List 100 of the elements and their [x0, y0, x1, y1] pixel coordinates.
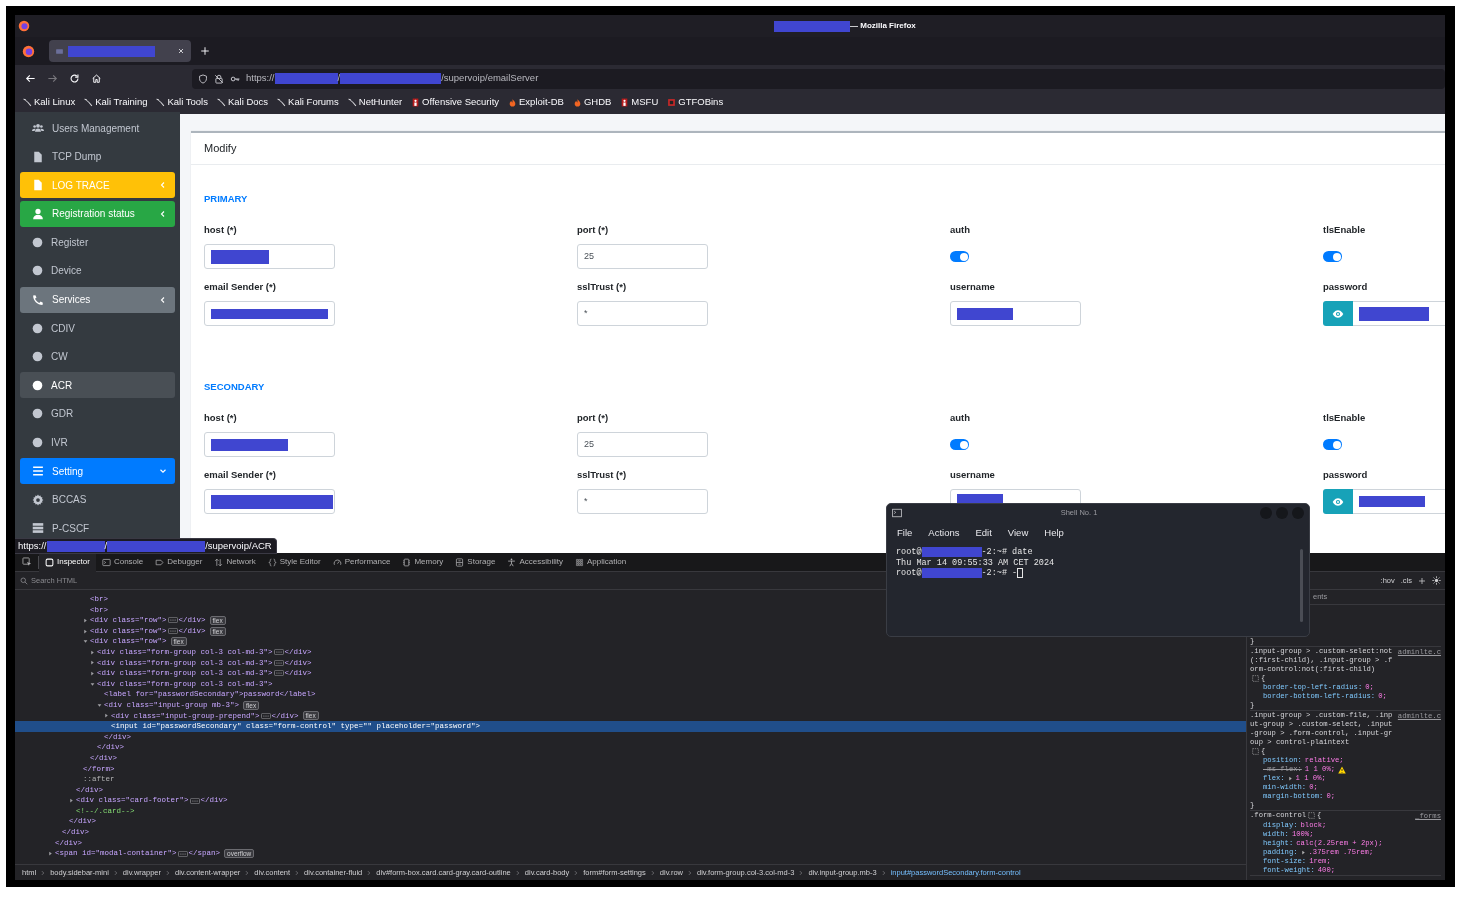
sidebar-item[interactable]: Setting [20, 458, 175, 485]
input-field[interactable]: 25 [577, 244, 708, 269]
ellipsis-icon[interactable] [273, 670, 284, 677]
bookmark-link[interactable]: Exploit-DB [519, 94, 564, 110]
bookmark-link[interactable]: Kali Linux [34, 94, 76, 110]
input-field[interactable]: * [577, 489, 708, 514]
bookmark-link[interactable]: Kali Docs [228, 94, 269, 110]
select-elements-icon[interactable] [1252, 747, 1259, 755]
add-rule-icon[interactable] [1418, 576, 1426, 585]
toggle-switch[interactable] [950, 439, 969, 450]
expand-triangle-icon[interactable] [69, 798, 74, 804]
devtools-tab[interactable]: Application [568, 552, 633, 572]
collapse-triangle-icon[interactable] [83, 639, 88, 645]
sidebar-item[interactable]: BCCAS [20, 486, 175, 513]
toggle-switch[interactable] [950, 251, 969, 262]
bookmark-icon[interactable] [620, 97, 630, 107]
bookmark-icon[interactable] [23, 97, 32, 107]
devtools-tab[interactable]: Memory [396, 552, 450, 572]
bookmark-link[interactable]: Offensive Security [422, 94, 500, 110]
expand-triangle-icon[interactable] [90, 660, 95, 666]
toggle-switch[interactable] [1323, 439, 1342, 450]
sidebar-item[interactable]: Device [20, 257, 175, 284]
menu-item[interactable]: File [897, 525, 913, 541]
bookmark-icon[interactable] [411, 97, 421, 107]
input-field[interactable] [204, 432, 335, 457]
forward-arrow-icon[interactable] [47, 73, 58, 84]
sidebar-item[interactable]: CW [20, 343, 175, 370]
show-password-button[interactable] [1323, 489, 1353, 514]
input-field[interactable] [204, 489, 335, 514]
ellipsis-icon[interactable] [177, 850, 188, 857]
bookmark-icon[interactable] [217, 97, 226, 107]
address-bar[interactable]: https:// / /supervoip/emailServer [192, 68, 1445, 89]
sidebar-item[interactable]: Services [20, 286, 175, 313]
reload-icon[interactable] [69, 73, 80, 84]
ellipsis-icon[interactable] [167, 617, 178, 624]
expand-triangle-icon[interactable] [48, 851, 53, 857]
new-tab-icon[interactable] [200, 46, 210, 56]
ellipsis-icon[interactable] [189, 797, 200, 804]
bookmark-icon[interactable] [277, 97, 287, 107]
bookmark-link[interactable]: GHDB [583, 94, 612, 110]
sidebar-item[interactable]: Register [20, 229, 175, 256]
expand-triangle-icon[interactable] [90, 649, 95, 655]
bookmark-link[interactable]: Kali Forums [288, 94, 339, 110]
collapse-triangle-icon[interactable] [97, 702, 102, 708]
sidebar-item[interactable]: GDR [20, 400, 175, 427]
bookmark-icon[interactable] [84, 97, 94, 107]
light-theme-icon[interactable] [1432, 576, 1441, 585]
expand-triangle-icon[interactable] [83, 628, 88, 634]
browser-menu-icon[interactable] [22, 44, 35, 58]
toggle-switch[interactable] [1323, 251, 1342, 262]
expand-triangle-icon[interactable] [1300, 850, 1306, 855]
sidebar-item[interactable]: CDIV [20, 315, 175, 342]
expand-triangle-icon[interactable] [104, 713, 109, 719]
ellipsis-icon[interactable] [273, 649, 284, 656]
devtools-tab[interactable]: Style Editor [261, 552, 327, 572]
bookmark-link[interactable]: GTFOBins [678, 94, 724, 110]
sidebar-item[interactable]: ACR [20, 372, 175, 399]
select-elements-icon[interactable] [1308, 811, 1316, 819]
back-arrow-icon[interactable] [25, 73, 36, 84]
bookmark-link[interactable]: Kali Training [95, 94, 148, 110]
collapse-triangle-icon[interactable] [90, 681, 95, 687]
input-field[interactable]: 25 [577, 432, 708, 457]
input-field[interactable] [204, 244, 335, 269]
ellipsis-icon[interactable] [167, 628, 178, 635]
expand-triangle-icon[interactable] [1287, 776, 1293, 781]
menu-item[interactable]: Actions [928, 525, 960, 541]
show-password-button[interactable] [1323, 301, 1353, 326]
expand-triangle-icon[interactable] [83, 618, 88, 623]
devtools-tab[interactable]: Console [95, 552, 150, 572]
bookmark-link[interactable]: MSFU [631, 94, 659, 110]
devtools-tab[interactable]: Accessibility [501, 552, 569, 572]
chevron-right-icon [244, 869, 251, 876]
sidebar-item[interactable]: Users Management [20, 115, 175, 141]
devtools-tab[interactable]: Storage [449, 552, 502, 572]
bookmark-link[interactable]: NetHunter [358, 94, 403, 110]
bookmark-icon[interactable] [347, 97, 357, 107]
input-field[interactable] [204, 301, 335, 326]
expand-triangle-icon[interactable] [90, 670, 95, 676]
shield-icon[interactable] [198, 73, 208, 84]
menu-item[interactable]: Help [1044, 525, 1064, 541]
bookmark-icon[interactable] [156, 97, 166, 107]
chevron-right-icon [573, 869, 580, 876]
sidebar-item[interactable]: IVR [20, 429, 175, 456]
input-field[interactable] [950, 301, 1081, 326]
ellipsis-icon[interactable] [260, 712, 271, 719]
devtools-tab[interactable]: Debugger [149, 552, 209, 572]
menu-item[interactable]: View [1007, 525, 1029, 541]
input-field[interactable]: * [577, 301, 708, 326]
devtools-tab[interactable]: Network [208, 552, 262, 572]
close-icon[interactable] [177, 47, 185, 55]
lock-icon[interactable] [214, 73, 224, 84]
sidebar-item[interactable]: TCP Dump [20, 143, 175, 170]
select-elements-icon[interactable] [1252, 674, 1259, 682]
devtools-tab[interactable]: Inspector [39, 552, 96, 572]
menu-item[interactable]: Edit [975, 525, 992, 541]
ellipsis-icon[interactable] [273, 659, 284, 666]
scrollbar[interactable] [1300, 549, 1303, 622]
home-icon[interactable] [91, 73, 102, 84]
bookmark-link[interactable]: Kali Tools [167, 94, 208, 110]
devtools-tab[interactable]: Performance [326, 552, 397, 572]
